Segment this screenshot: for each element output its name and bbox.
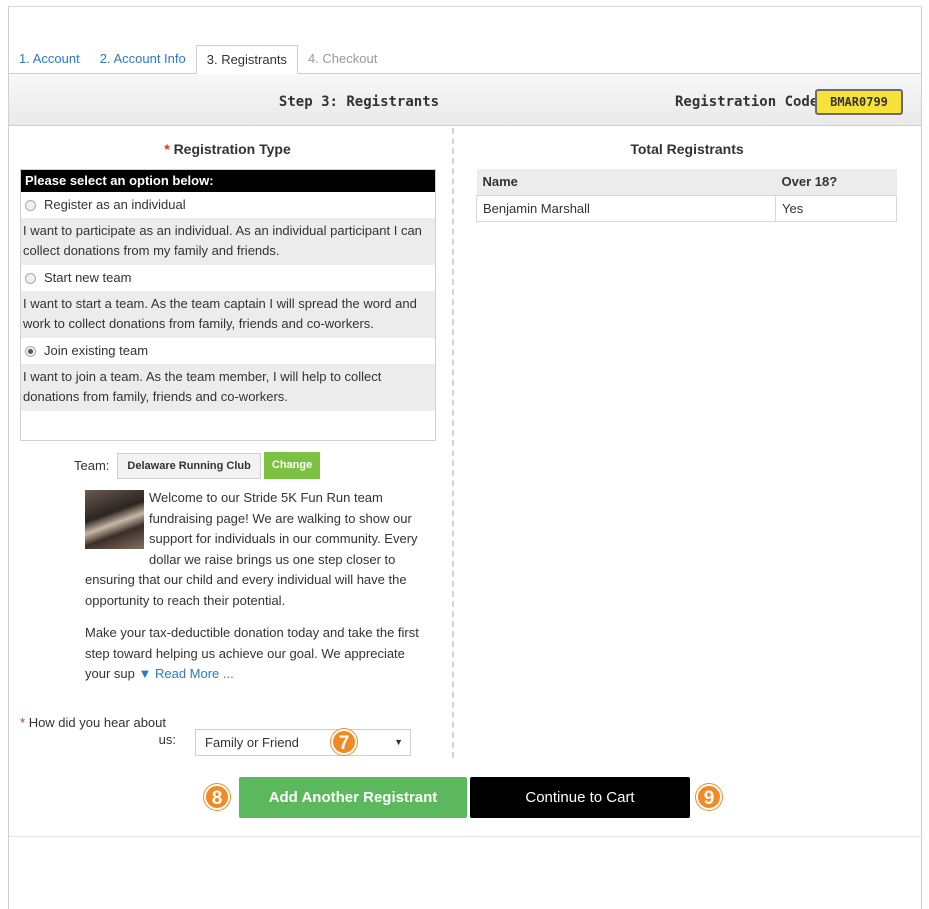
chevron-down-icon: ▼ [394,737,403,747]
hear-about-label: * How did you hear about us: [20,715,176,747]
option-description: I want to join a team. As the team membe… [21,364,435,411]
tab-account-info[interactable]: 2. Account Info [90,45,196,73]
tab-checkout[interactable]: 4. Checkout [298,45,387,73]
registrants-table: Name Over 18? Benjamin Marshall Yes [476,169,897,222]
step-title: Step 3: Registrants [278,94,440,110]
team-photo [85,490,144,549]
team-label: Team: [74,458,110,473]
registration-type-title: * Registration Type [20,141,435,157]
registration-code-label: Registration Code: [675,94,827,110]
total-registrants-title: Total Registrants [630,141,744,157]
team-description-p2: Make your tax-deductible donation today … [85,625,419,681]
add-another-registrant-button[interactable]: Add Another Registrant [239,777,467,818]
callout-marker-8: 8 [204,784,230,810]
registrant-over18: Yes [775,194,897,222]
radio-selected-icon[interactable] [25,345,36,357]
team-description: Welcome to our Stride 5K Fun Run team fu… [85,488,430,697]
tab-registrants[interactable]: 3. Registrants [195,45,298,74]
footer-divider [9,836,921,837]
team-row: Team: Delaware Running Club Change [74,452,321,479]
option-label: Join existing team [44,343,149,358]
hear-about-select[interactable]: Family or Friend ▼ [195,729,411,756]
team-name: Delaware Running Club [117,452,261,479]
option-description: I want to participate as an individual. … [21,218,435,265]
column-header-name: Name [476,169,776,195]
column-header-over18: Over 18? [775,169,897,195]
required-mark: * [20,715,26,730]
required-mark: * [164,141,170,157]
registration-code-badge: BMAR0799 [815,89,903,115]
continue-to-cart-button[interactable]: Continue to Cart [470,777,690,818]
step-header: Step 3: Registrants Registration Code: B… [9,73,921,126]
wizard-tabs: 1. Account 2. Account Info 3. Registrant… [9,45,387,74]
hear-about-value: Family or Friend [205,735,299,750]
radio-icon[interactable] [25,199,36,211]
table-row: Benjamin Marshall Yes [476,194,897,222]
table-header-row: Name Over 18? [476,169,897,195]
callout-marker-9: 9 [696,784,722,810]
read-more-link[interactable]: ▼ Read More ... [139,666,234,681]
registration-type-box: Please select an option below: Register … [20,169,436,441]
radio-icon[interactable] [25,272,36,284]
option-label: Start new team [44,270,132,285]
column-divider [452,128,454,758]
registration-type-label: Registration Type [173,141,291,157]
callout-marker-7: 7 [331,729,357,755]
tab-account[interactable]: 1. Account [9,45,90,73]
option-start-team[interactable]: Start new team [21,265,435,291]
option-individual[interactable]: Register as an individual [21,192,435,218]
registrant-name: Benjamin Marshall [476,194,776,222]
change-team-button[interactable]: Change [263,452,321,479]
option-label: Register as an individual [44,197,186,212]
option-join-team[interactable]: Join existing team [21,338,435,364]
option-description: I want to start a team. As the team capt… [21,291,435,338]
registration-type-header: Please select an option below: [21,170,435,192]
